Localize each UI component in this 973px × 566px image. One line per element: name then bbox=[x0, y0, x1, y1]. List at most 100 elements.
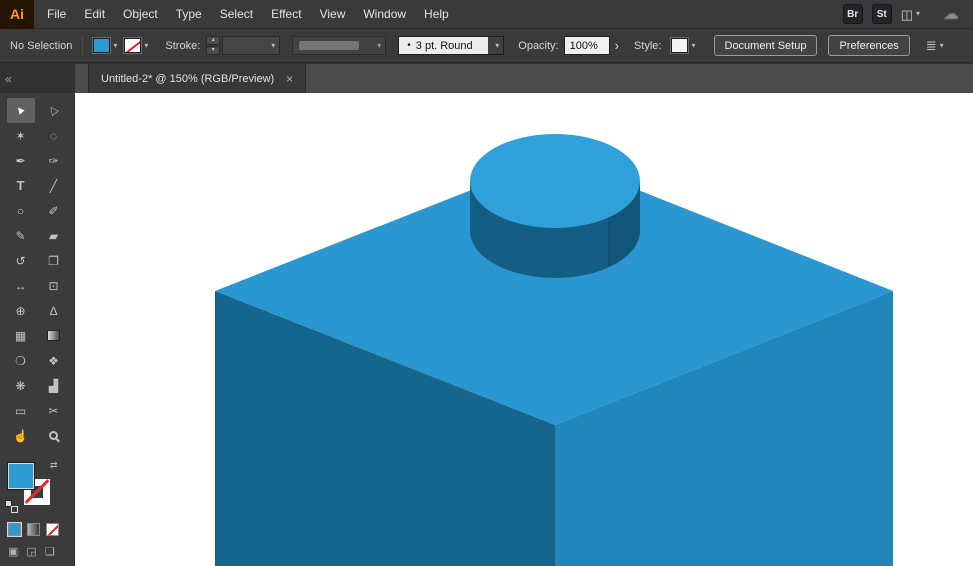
menu-object[interactable]: Object bbox=[114, 0, 167, 29]
document-setup-button[interactable]: Document Setup bbox=[713, 35, 818, 56]
tool-paintbrush[interactable]: ✐ bbox=[40, 198, 68, 223]
tool-slice[interactable]: ✂ bbox=[40, 398, 68, 423]
graph-tool-icon: ▟ bbox=[48, 378, 59, 393]
document-tab-bar: « Untitled-2* @ 150% (RGB/Preview) × bbox=[0, 64, 973, 93]
menu-view[interactable]: View bbox=[311, 0, 355, 29]
tool-zoom[interactable] bbox=[40, 423, 68, 448]
variable-width-dropdown[interactable]: ▾ bbox=[292, 36, 387, 55]
collapse-panel-icon[interactable]: « bbox=[5, 73, 12, 85]
tool-magic-wand[interactable]: ✶ bbox=[7, 123, 35, 148]
none-button[interactable] bbox=[46, 523, 59, 536]
workspace-switcher[interactable]: ◫ ▾ bbox=[901, 8, 920, 21]
artwork-lego-brick bbox=[215, 134, 893, 566]
tool-eraser[interactable]: ▰ bbox=[40, 223, 68, 248]
document-title: Untitled-2* @ 150% (RGB/Preview) bbox=[101, 72, 275, 85]
curvature-tool-icon: ✑ bbox=[48, 153, 59, 168]
style-dropdown[interactable]: ▾ bbox=[671, 38, 696, 53]
ellipse-tool-icon: ○ bbox=[16, 203, 25, 218]
tool-symbol-sprayer[interactable]: ❋ bbox=[7, 373, 35, 398]
tool-graph[interactable]: ▟ bbox=[40, 373, 68, 398]
slice-tool-icon: ✂ bbox=[48, 403, 59, 418]
brush-preview-icon: • bbox=[407, 40, 411, 51]
stroke-weight-stepper[interactable]: ▴ ▾ bbox=[206, 36, 221, 55]
shape-builder-tool-icon: ⊕ bbox=[15, 303, 26, 318]
close-tab-icon[interactable]: × bbox=[286, 73, 293, 85]
rotate-tool-icon: ↺ bbox=[15, 253, 26, 268]
stroke-weight-dropdown[interactable]: ▾ bbox=[222, 36, 281, 55]
draw-normal-icon[interactable]: ▣ bbox=[8, 545, 18, 558]
tool-width[interactable]: ↔ bbox=[7, 273, 35, 298]
draw-behind-icon[interactable]: ◲ bbox=[26, 545, 36, 558]
tool-eyedropper[interactable]: ❍ bbox=[7, 348, 35, 373]
gradient-button[interactable] bbox=[27, 523, 40, 536]
tool-curvature[interactable]: ✑ bbox=[40, 148, 68, 173]
perspective-grid-tool-icon: ∆ bbox=[49, 303, 58, 318]
menu-edit[interactable]: Edit bbox=[75, 0, 114, 29]
menu-effect[interactable]: Effect bbox=[262, 0, 310, 29]
menu-help[interactable]: Help bbox=[415, 0, 458, 29]
tool-blend[interactable]: ❖ bbox=[40, 348, 68, 373]
tool-hand[interactable]: ☝ bbox=[7, 423, 35, 448]
opacity-panel-arrow[interactable]: › bbox=[615, 39, 619, 52]
stroke-none-swatch bbox=[124, 38, 142, 53]
stepper-up-icon[interactable]: ▴ bbox=[206, 36, 221, 45]
menu-window[interactable]: Window bbox=[354, 0, 415, 29]
tool-gradient[interactable] bbox=[40, 323, 68, 348]
tool-mesh[interactable]: ▦ bbox=[7, 323, 35, 348]
tool-shape-builder[interactable]: ⊕ bbox=[7, 298, 35, 323]
tool-free-transform[interactable]: ⊡ bbox=[40, 273, 68, 298]
opacity-input[interactable]: 100% bbox=[563, 36, 610, 55]
tool-type[interactable]: T bbox=[7, 173, 35, 198]
document-tab[interactable]: Untitled-2* @ 150% (RGB/Preview) × bbox=[88, 64, 307, 93]
stud-top[interactable] bbox=[470, 134, 640, 228]
tool-pencil[interactable]: ✎ bbox=[7, 223, 35, 248]
tool-lasso[interactable]: ◌ bbox=[40, 123, 68, 148]
menu-select[interactable]: Select bbox=[211, 0, 262, 29]
brush-dropdown[interactable]: • 3 pt. Round ▾ bbox=[398, 36, 505, 55]
fill-control[interactable] bbox=[8, 463, 34, 489]
screen-mode-icon[interactable]: ❏ bbox=[45, 545, 55, 558]
hand-tool-icon: ☝ bbox=[13, 428, 28, 443]
fill-color-dropdown[interactable]: ▾ bbox=[93, 38, 117, 53]
stepper-down-icon[interactable]: ▾ bbox=[206, 46, 221, 55]
tool-perspective-grid[interactable]: ∆ bbox=[40, 298, 68, 323]
panel-options-icon: ≣ bbox=[925, 38, 937, 53]
swap-fill-stroke-icon[interactable]: ⇄ bbox=[50, 460, 58, 471]
panel-options-dropdown[interactable]: ≣ ▾ bbox=[926, 39, 944, 52]
tool-pen[interactable]: ✒ bbox=[7, 148, 35, 173]
mesh-tool-icon: ▦ bbox=[14, 328, 27, 343]
menu-bar: Ai File Edit Object Type Select Effect View Win… bbox=[0, 0, 973, 29]
preferences-button[interactable]: Preferences bbox=[828, 35, 910, 56]
workspace-icon: ◫ bbox=[900, 6, 913, 22]
menu-items: File Edit Object Type Select Effect View Window… bbox=[38, 0, 458, 29]
type-tool-icon: T bbox=[16, 178, 25, 193]
style-swatch bbox=[671, 38, 689, 53]
default-fill-stroke-icon[interactable] bbox=[5, 500, 18, 513]
stroke-color-dropdown[interactable]: ▾ bbox=[124, 38, 148, 53]
opacity-value: 100% bbox=[569, 39, 598, 52]
tool-scale[interactable]: ❐ bbox=[40, 248, 68, 273]
chevron-down-icon: ▾ bbox=[377, 40, 382, 50]
chevron-down-icon: ▾ bbox=[915, 9, 920, 18]
menubar-right: Br St ◫ ▾ ☁ bbox=[842, 4, 973, 24]
canvas[interactable] bbox=[75, 93, 973, 566]
default-stroke-mini bbox=[11, 506, 18, 513]
tool-grid: ▲ △ ✶ ◌ ✒ ✑ T ╱ ○ ✐ ✎ ▰ ↺ ❐ ↔ ⊡ ⊕ ∆ ▦ ❍ ❖ ❋ ▟ ▭ ✂ ☝ bbox=[0, 93, 74, 448]
color-button[interactable] bbox=[7, 522, 22, 537]
tool-ellipse[interactable]: ○ bbox=[7, 198, 35, 223]
tool-selection[interactable]: ▲ bbox=[6, 98, 35, 123]
symbol-sprayer-tool-icon: ❋ bbox=[15, 378, 26, 393]
brush-caret-button[interactable]: ▾ bbox=[488, 37, 504, 54]
tool-rotate[interactable]: ↺ bbox=[7, 248, 35, 273]
gradient-tool-icon bbox=[47, 330, 60, 341]
bridge-button[interactable]: Br bbox=[842, 4, 863, 24]
tool-direct-selection[interactable]: △ bbox=[40, 98, 68, 123]
tool-artboard[interactable]: ▭ bbox=[7, 398, 35, 423]
menu-type[interactable]: Type bbox=[167, 0, 211, 29]
menu-file[interactable]: File bbox=[38, 0, 75, 29]
tool-line-segment[interactable]: ╱ bbox=[40, 173, 68, 198]
app-logo-icon: Ai bbox=[0, 0, 34, 29]
line-segment-tool-icon: ╱ bbox=[49, 178, 58, 193]
width-tool-icon: ↔ bbox=[14, 278, 27, 293]
stock-button[interactable]: St bbox=[871, 4, 892, 24]
